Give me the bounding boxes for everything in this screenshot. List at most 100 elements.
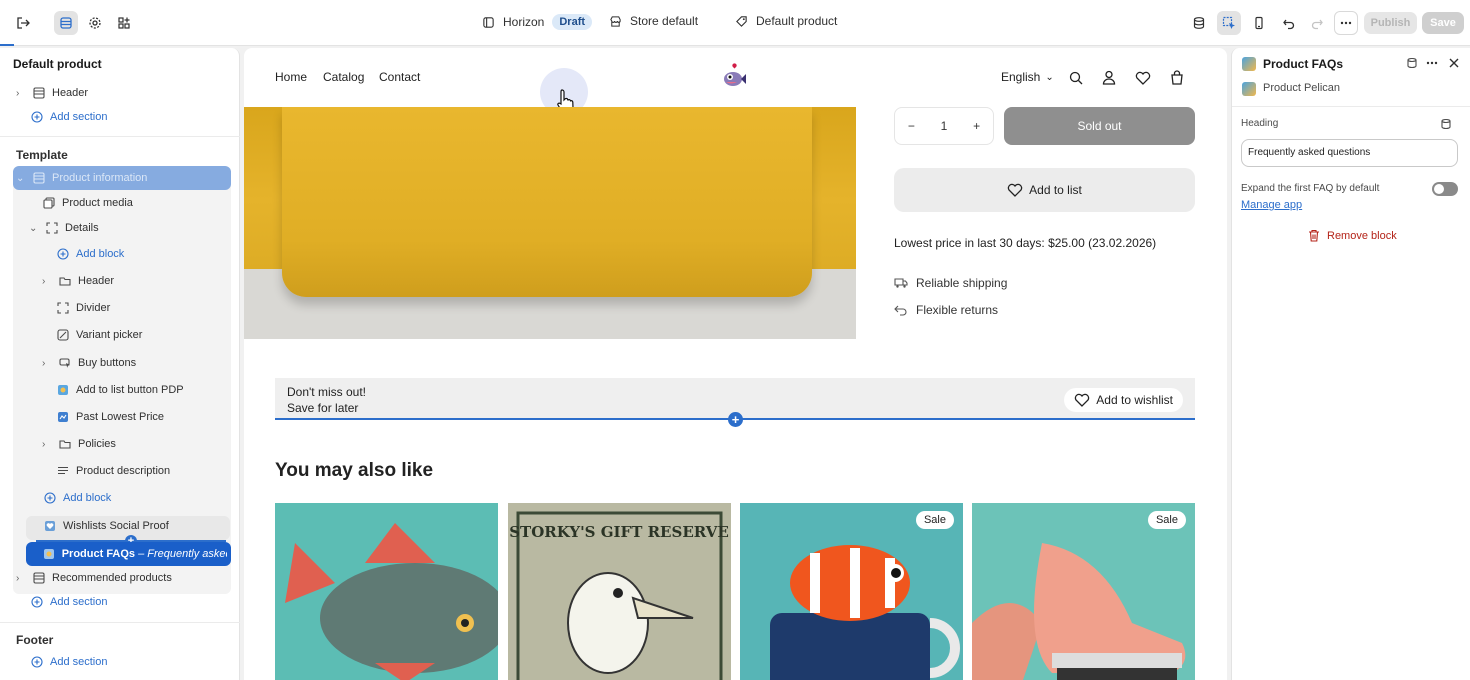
mobile-icon[interactable] [1247,11,1271,35]
cart-icon[interactable] [1170,70,1184,85]
insert-block-plus-icon[interactable]: + [728,412,743,427]
wishlist-subline: Save for later [287,401,359,415]
sold-out-button[interactable]: Sold out [1004,107,1195,145]
quantity-stepper[interactable]: − 1 + [894,107,994,145]
heading-label: Heading [1241,118,1279,129]
tree-item-header[interactable]: › Header [16,83,88,103]
minus-icon[interactable]: − [908,119,915,133]
store-selector[interactable]: Store default [609,14,698,28]
theme-selector[interactable]: Horizon Draft [482,14,593,30]
dynamic-source-icon[interactable] [1440,118,1452,130]
chevron-right-icon[interactable]: › [42,276,52,287]
product-card[interactable] [275,503,498,680]
product-card[interactable]: Sale [972,503,1195,680]
add-block-label: Add block [63,492,112,504]
database-icon[interactable] [1406,57,1418,69]
exit-icon[interactable] [11,11,35,35]
product-card[interactable]: Sale [740,503,963,680]
store-preview: Home Catalog Contact English ⌄ − 1 + Sol… [244,48,1227,680]
chevron-right-icon[interactable]: › [16,88,26,99]
language-selector[interactable]: English ⌄ [1001,70,1054,84]
sections-panel: Default product › Header Add section Tem… [0,48,240,680]
top-bar: Horizon Draft Store default Default prod… [0,0,1470,46]
nav-link-home[interactable]: Home [275,70,307,84]
expand-faq-toggle[interactable] [1432,182,1458,196]
publish-button[interactable]: Publish [1364,12,1417,34]
add-block-section[interactable]: Add block [43,488,111,508]
add-section-header[interactable]: Add section [30,107,107,127]
inspector-icon[interactable] [1217,11,1241,35]
tree-item-wishlists-social-proof[interactable]: Wishlists Social Proof [43,516,169,536]
nav-link-contact[interactable]: Contact [379,70,420,84]
chevron-right-icon[interactable]: › [16,573,26,584]
apps-icon[interactable] [112,11,136,35]
template-label: Template [16,148,68,162]
tree-item-variant-picker[interactable]: Variant picker [56,325,142,345]
folder-icon [58,274,72,288]
app-name[interactable]: Product Pelican [1263,82,1340,94]
heart-icon[interactable] [1135,71,1151,85]
plus-icon[interactable]: + [973,119,980,133]
add-block-label: Add block [76,248,125,260]
tree-item-divider[interactable]: Divider [56,298,110,318]
tree-item-label: Header [52,87,89,99]
chevron-right-icon[interactable]: › [42,439,52,450]
tree-item-label: Product description [76,465,171,477]
section-icon [32,571,46,585]
tree-item-buy-buttons[interactable]: › Buy buttons [42,353,136,373]
lowest-price-text: Lowest price in last 30 days: $25.00 (23… [894,236,1157,250]
tree-item-product-information[interactable]: ⌄ Product information [16,168,147,188]
add-to-list-button[interactable]: Add to list [894,168,1195,212]
tree-item-add-to-list[interactable]: Add to list button PDP [56,380,184,400]
block-settings-panel: Product FAQs Product Pelican Heading Fre… [1231,48,1470,680]
cursor-button-icon [58,356,72,370]
save-button[interactable]: Save [1422,12,1464,34]
gear-icon[interactable] [83,11,107,35]
divider [0,136,240,137]
add-section-template[interactable]: Add section [30,592,107,612]
remove-block-button[interactable]: Remove block [1308,229,1397,242]
store-name: Store default [630,14,699,28]
account-icon[interactable] [1102,70,1116,85]
tree-item-label: Past Lowest Price [76,411,165,423]
variant-icon [56,328,70,342]
tree-item-header-block[interactable]: › Header [42,271,114,291]
tree-item-past-lowest-price[interactable]: Past Lowest Price [56,407,164,427]
chevron-right-icon[interactable]: › [42,358,52,369]
template-selector[interactable]: Default product [735,14,837,28]
undo-icon[interactable] [1277,11,1301,35]
product-card[interactable]: STORKY'S GIFT RESERVE [508,503,731,680]
database-icon[interactable] [1187,11,1211,35]
add-block-details[interactable]: Add block [56,244,124,264]
add-to-wishlist-button[interactable]: Add to wishlist [1064,388,1183,412]
manage-app-link[interactable]: Manage app [1241,199,1302,211]
chevron-down-icon[interactable]: ⌄ [16,173,26,184]
nav-link-catalog[interactable]: Catalog [323,70,364,84]
divider [1232,106,1470,107]
search-icon[interactable] [1069,71,1083,85]
close-icon[interactable] [1448,57,1460,69]
section-icon [32,171,46,185]
app-block-icon [1242,57,1256,71]
fish-image [285,523,498,680]
tree-item-label: Recommended products [52,572,172,584]
tree-item-recommended-products[interactable]: › Recommended products [16,568,172,588]
sections-icon[interactable] [54,11,78,35]
tree-item-details[interactable]: ⌄ Details [29,218,99,238]
more-icon[interactable] [1425,57,1439,69]
tree-item-product-description[interactable]: Product description [56,461,170,481]
tree-item-product-faqs[interactable]: Product FAQs – Frequently asked ... [43,544,227,564]
theme-icon [483,16,494,28]
tree-item-policies[interactable]: › Policies [42,434,116,454]
more-icon[interactable] [1334,11,1358,35]
remove-block-label: Remove block [1327,229,1397,242]
add-section-label: Add section [50,656,108,668]
redo-icon[interactable] [1305,11,1329,35]
draft-badge: Draft [552,14,593,30]
divider [0,622,240,623]
tree-item-label: Product FAQs – Frequently asked ... [62,548,227,560]
tree-item-product-media[interactable]: Product media [42,193,133,213]
heading-input[interactable]: Frequently asked questions [1241,139,1458,167]
chevron-down-icon[interactable]: ⌄ [29,223,39,234]
add-section-footer[interactable]: Add section [30,652,107,672]
